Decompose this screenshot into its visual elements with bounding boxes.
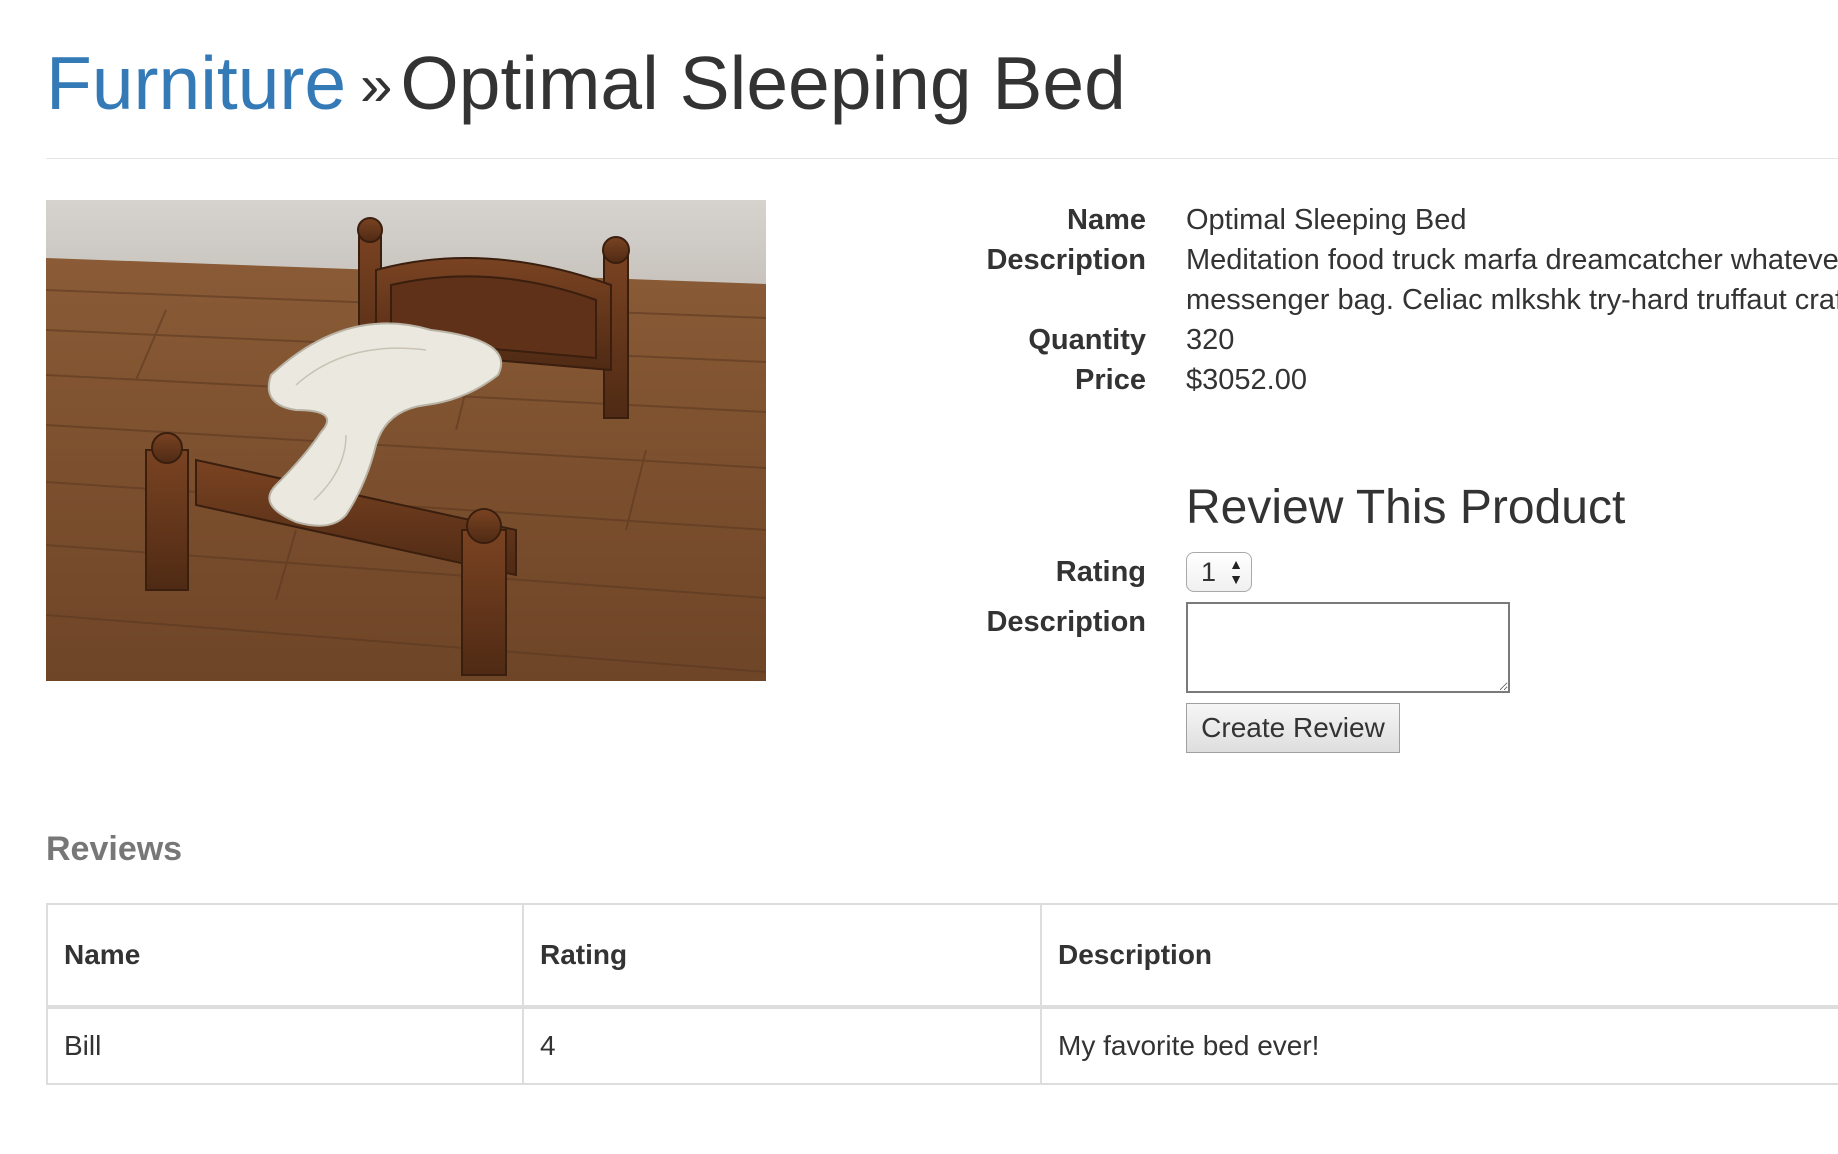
- header-divider: [46, 158, 1838, 159]
- column-header-rating: Rating: [522, 903, 1042, 1009]
- price-label: Price: [1075, 364, 1146, 396]
- stepper-arrows-icon: ▲ ▼: [1229, 556, 1243, 587]
- reviews-table: Name Rating Description Bill 4 My favori…: [46, 903, 1838, 1085]
- review-description-label: Description: [986, 606, 1146, 638]
- review-form-heading: Review This Product: [1186, 481, 1626, 534]
- product-image: [46, 200, 766, 681]
- review-rating-cell: 4: [522, 1006, 1042, 1085]
- reviews-heading: Reviews: [46, 830, 183, 868]
- quantity-value: 320: [1186, 324, 1235, 356]
- rating-label: Rating: [1055, 556, 1146, 588]
- review-name-cell: Bill: [46, 1006, 524, 1085]
- table-header-row: Name Rating Description: [46, 903, 1838, 1009]
- column-header-description: Description: [1040, 903, 1838, 1009]
- create-review-button[interactable]: Create Review: [1186, 703, 1400, 753]
- name-label: Name: [1067, 204, 1146, 236]
- rating-select[interactable]: 1 ▲ ▼: [1186, 552, 1252, 592]
- quantity-label: Quantity: [1028, 324, 1146, 356]
- review-description-cell: My favorite bed ever!: [1040, 1006, 1838, 1085]
- table-row: Bill 4 My favorite bed ever!: [46, 1006, 1838, 1085]
- rating-select-value: 1: [1201, 557, 1217, 587]
- name-value: Optimal Sleeping Bed: [1186, 204, 1467, 236]
- description-label: Description: [986, 244, 1146, 276]
- description-value: Meditation food truck marfa dreamcatcher…: [1186, 244, 1838, 316]
- price-value: $3052.00: [1186, 364, 1307, 396]
- page-title: Furniture» Optimal Sleeping Bed: [46, 38, 1126, 135]
- review-description-textarea[interactable]: [1186, 602, 1510, 693]
- breadcrumb-product-title: Optimal Sleeping Bed: [400, 41, 1126, 125]
- breadcrumb-category-link[interactable]: Furniture: [46, 41, 346, 125]
- column-header-name: Name: [46, 903, 524, 1009]
- breadcrumb-separator: »: [360, 53, 393, 118]
